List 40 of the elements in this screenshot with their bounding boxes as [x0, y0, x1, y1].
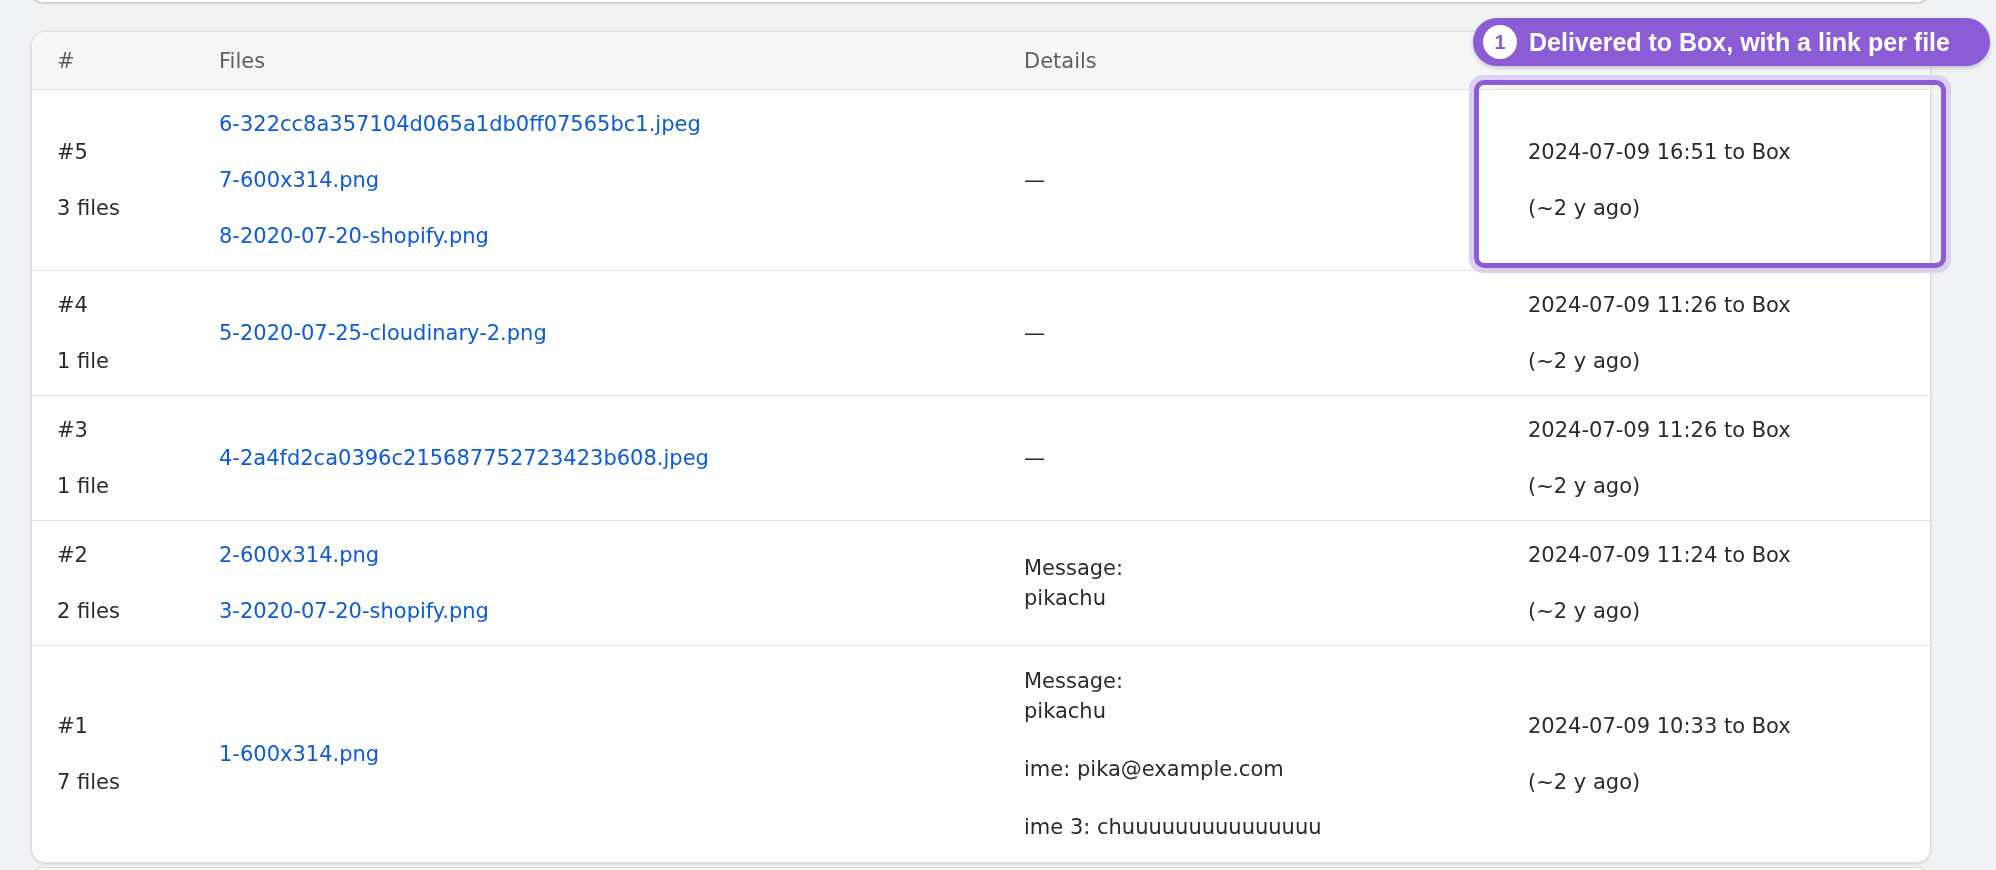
delivery-age: (~2 y ago) — [1528, 598, 1641, 625]
submission-number: #3 — [57, 417, 88, 444]
file-count: 7 files — [57, 769, 120, 796]
file-count: 2 files — [57, 598, 120, 625]
detail-text: ime 3: chuuuuuuuuuuuuuuu — [1024, 814, 1322, 841]
delivery-age: (~2 y ago) — [1528, 769, 1641, 796]
delivery-time: 2024-07-09 11:26 to Box — [1528, 292, 1791, 319]
file-link[interactable]: 6-322cc8a357104d065a1db0ff07565bc1.jpeg — [219, 110, 701, 138]
submission-number: #1 — [57, 713, 88, 740]
file-link[interactable]: 3-2020-07-20-shopify.png — [219, 597, 489, 625]
callout-text: Delivered to Box, with a link per file — [1529, 27, 1950, 57]
delivery-time: 2024-07-09 11:26 to Box — [1528, 417, 1791, 444]
file-link[interactable]: 1-600x314.png — [219, 740, 380, 768]
file-link[interactable]: 7-600x314.png — [219, 166, 380, 194]
detail-text: — — [1024, 320, 1045, 347]
detail-text: Message: pikachu — [1024, 555, 1124, 612]
file-link[interactable]: 4-2a4fd2ca0396c215687752723423b608.jpeg — [219, 444, 709, 472]
detail-text: Message: pikachu — [1024, 668, 1124, 725]
file-count: 1 file — [57, 348, 110, 375]
file-link[interactable]: 2-600x314.png — [219, 541, 380, 569]
delivery-age: (~2 y ago) — [1528, 195, 1641, 222]
delivery-time: 2024-07-09 16:51 to Box — [1528, 139, 1791, 166]
column-header: Details — [1024, 48, 1097, 73]
delivery-time: 2024-07-09 11:24 to Box — [1528, 542, 1791, 569]
submission-number: #4 — [57, 292, 88, 319]
submission-number: #5 — [57, 139, 88, 166]
delivery-age: (~2 y ago) — [1528, 348, 1641, 375]
delivery-age: (~2 y ago) — [1528, 473, 1641, 500]
file-link[interactable]: 8-2020-07-20-shopify.png — [219, 222, 489, 250]
column-header: # — [57, 48, 75, 73]
file-count: 1 file — [57, 473, 110, 500]
column-header: Files — [219, 48, 266, 73]
file-link[interactable]: 5-2020-07-25-cloudinary-2.png — [219, 319, 547, 347]
submission-number: #2 — [57, 542, 88, 569]
detail-text: — — [1024, 445, 1045, 472]
delivery-time: 2024-07-09 10:33 to Box — [1528, 713, 1791, 740]
file-count: 3 files — [57, 195, 120, 222]
callout-number: 1 — [1483, 25, 1517, 59]
detail-text: — — [1024, 167, 1045, 194]
detail-text: ime: pika@example.com — [1024, 756, 1284, 783]
